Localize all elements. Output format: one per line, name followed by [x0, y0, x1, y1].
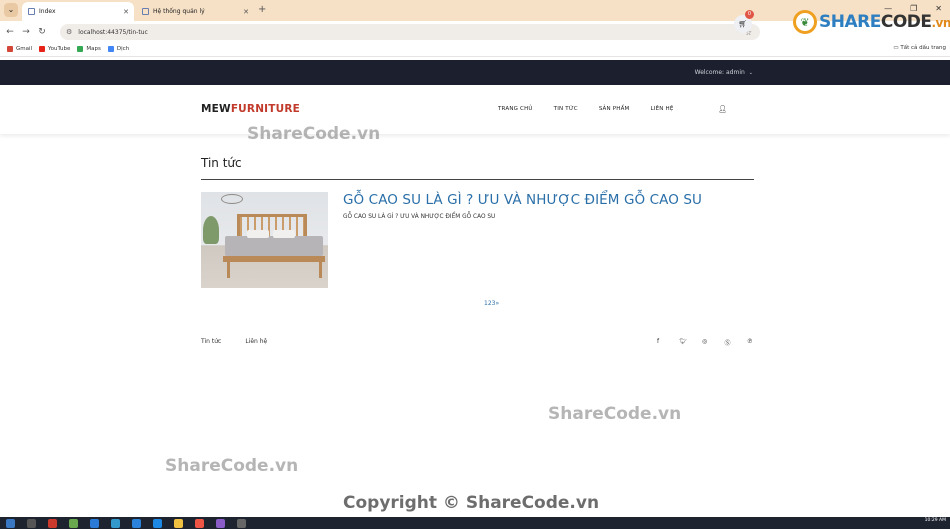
all-bookmarks[interactable]: ▭ Tất cả dấu trang [893, 45, 946, 51]
facebook-icon[interactable]: f [657, 338, 680, 347]
site-topbar: Welcome: admin ⌄ [0, 60, 950, 85]
maps-icon [77, 46, 84, 52]
bookmark-translate[interactable]: Dịch [107, 46, 129, 52]
illustrator-icon[interactable] [48, 518, 57, 528]
page-icon [28, 8, 35, 15]
url-text: localhost:44375/tin-tuc [78, 28, 148, 36]
gmail-icon [7, 46, 13, 52]
watermark-text: ShareCode.vn [165, 456, 299, 476]
photoshop-icon[interactable] [90, 518, 99, 528]
app-icon[interactable] [111, 518, 120, 528]
user-icon[interactable]: 👤︎ [718, 105, 727, 113]
taskbar-clock: 10:29 AM [924, 518, 946, 523]
watermark-copyright: Copyright © ShareCode.vn [343, 493, 600, 513]
pinterest-icon[interactable]: ℗ [747, 338, 770, 347]
chevron-down-icon: ⌄ [748, 70, 753, 76]
twitter-icon[interactable]: 🐦︎ [680, 338, 703, 347]
visual-studio-icon[interactable] [216, 518, 225, 528]
app-icon[interactable] [237, 518, 246, 528]
app-icon[interactable] [69, 518, 78, 528]
search-icon[interactable] [27, 518, 36, 528]
forward-icon[interactable]: → [18, 27, 34, 37]
watermark-text: ShareCode.vn [548, 404, 682, 424]
nav-contact[interactable]: LIÊN HỆ [651, 106, 674, 112]
nav-products[interactable]: SẢN PHẨM [599, 106, 630, 112]
os-taskbar: 10:29 AM [0, 517, 950, 529]
windows-start-icon[interactable] [6, 518, 15, 528]
site-info-icon[interactable]: ⚙ [66, 28, 72, 36]
close-icon[interactable]: ✕ [123, 8, 129, 16]
folder-icon: ▭ [893, 45, 899, 51]
instagram-icon[interactable]: ◎ [702, 338, 725, 347]
footer-link-contact[interactable]: Liên hệ [245, 338, 267, 345]
back-icon[interactable]: ← [2, 27, 18, 37]
folder-icon[interactable] [174, 518, 183, 528]
site-logo[interactable]: MEWFURNITURE [201, 103, 300, 115]
tab-label: Hệ thống quản lý [153, 8, 205, 15]
app-icon[interactable] [153, 518, 162, 528]
bookmarks-bar: Gmail YouTube Maps Dịch ▭ Tất cả dấu tra… [0, 42, 950, 57]
title-divider [201, 179, 754, 180]
bookmark-maps[interactable]: Maps [77, 46, 101, 52]
tab-label: Index [39, 8, 56, 15]
main-nav: TRANG CHỦ TIN TỨC SẢN PHẨM LIÊN HỆ [498, 106, 695, 112]
bookmark-youtube[interactable]: YouTube [39, 46, 70, 52]
tab-search-button[interactable]: ⌄ [4, 3, 18, 17]
tab-admin[interactable]: Hệ thống quản lý ✕ [136, 2, 254, 21]
post-title-link[interactable]: GỖ CAO SU LÀ GÌ ? ƯU VÀ NHƯỢC ĐIỂM GỖ CA… [343, 192, 702, 208]
nav-news[interactable]: TIN TỨC [554, 106, 578, 112]
new-tab-button[interactable]: + [258, 4, 266, 15]
post-thumbnail[interactable] [201, 192, 328, 288]
skype-icon[interactable]: Ⓢ [725, 338, 748, 347]
user-menu[interactable]: Welcome: admin ⌄ [695, 69, 753, 76]
footer-links: Tin tức Liên hệ [201, 338, 291, 345]
chrome-icon[interactable] [195, 518, 204, 528]
footer-link-news[interactable]: Tin tức [201, 338, 221, 345]
post-excerpt: GỖ CAO SU LÀ GÌ ? ƯU VÀ NHƯỢC ĐIỂM GỖ CA… [343, 214, 496, 220]
page-icon [142, 8, 149, 15]
cart-count-badge: 0 [745, 10, 754, 19]
translate-icon [107, 46, 114, 52]
cart-icon: 🛒︎ [738, 20, 748, 28]
watermark-text: ShareCode.vn [247, 124, 381, 144]
page-title: Tin tức [201, 156, 242, 170]
social-links: f 🐦︎ ◎ Ⓢ ℗ [657, 338, 770, 347]
sharecode-leaf-icon: ❦ [793, 10, 817, 34]
address-bar[interactable]: ⚙ localhost:44375/tin-tuc ☆ [60, 24, 760, 40]
reload-icon[interactable]: ↻ [34, 27, 50, 37]
nav-home[interactable]: TRANG CHỦ [498, 106, 533, 112]
bookmark-gmail[interactable]: Gmail [7, 46, 32, 52]
youtube-icon [39, 46, 46, 52]
tab-index[interactable]: Index ✕ [22, 2, 134, 21]
close-icon[interactable]: ✕ [243, 8, 249, 16]
site-header: MEWFURNITURE TRANG CHỦ TIN TỨC SẢN PHẨM … [0, 85, 950, 134]
vscode-icon[interactable] [132, 518, 141, 528]
pagination[interactable]: 123» [484, 300, 499, 307]
sharecode-logo: ❦ SHARECODE.vn [793, 10, 950, 34]
